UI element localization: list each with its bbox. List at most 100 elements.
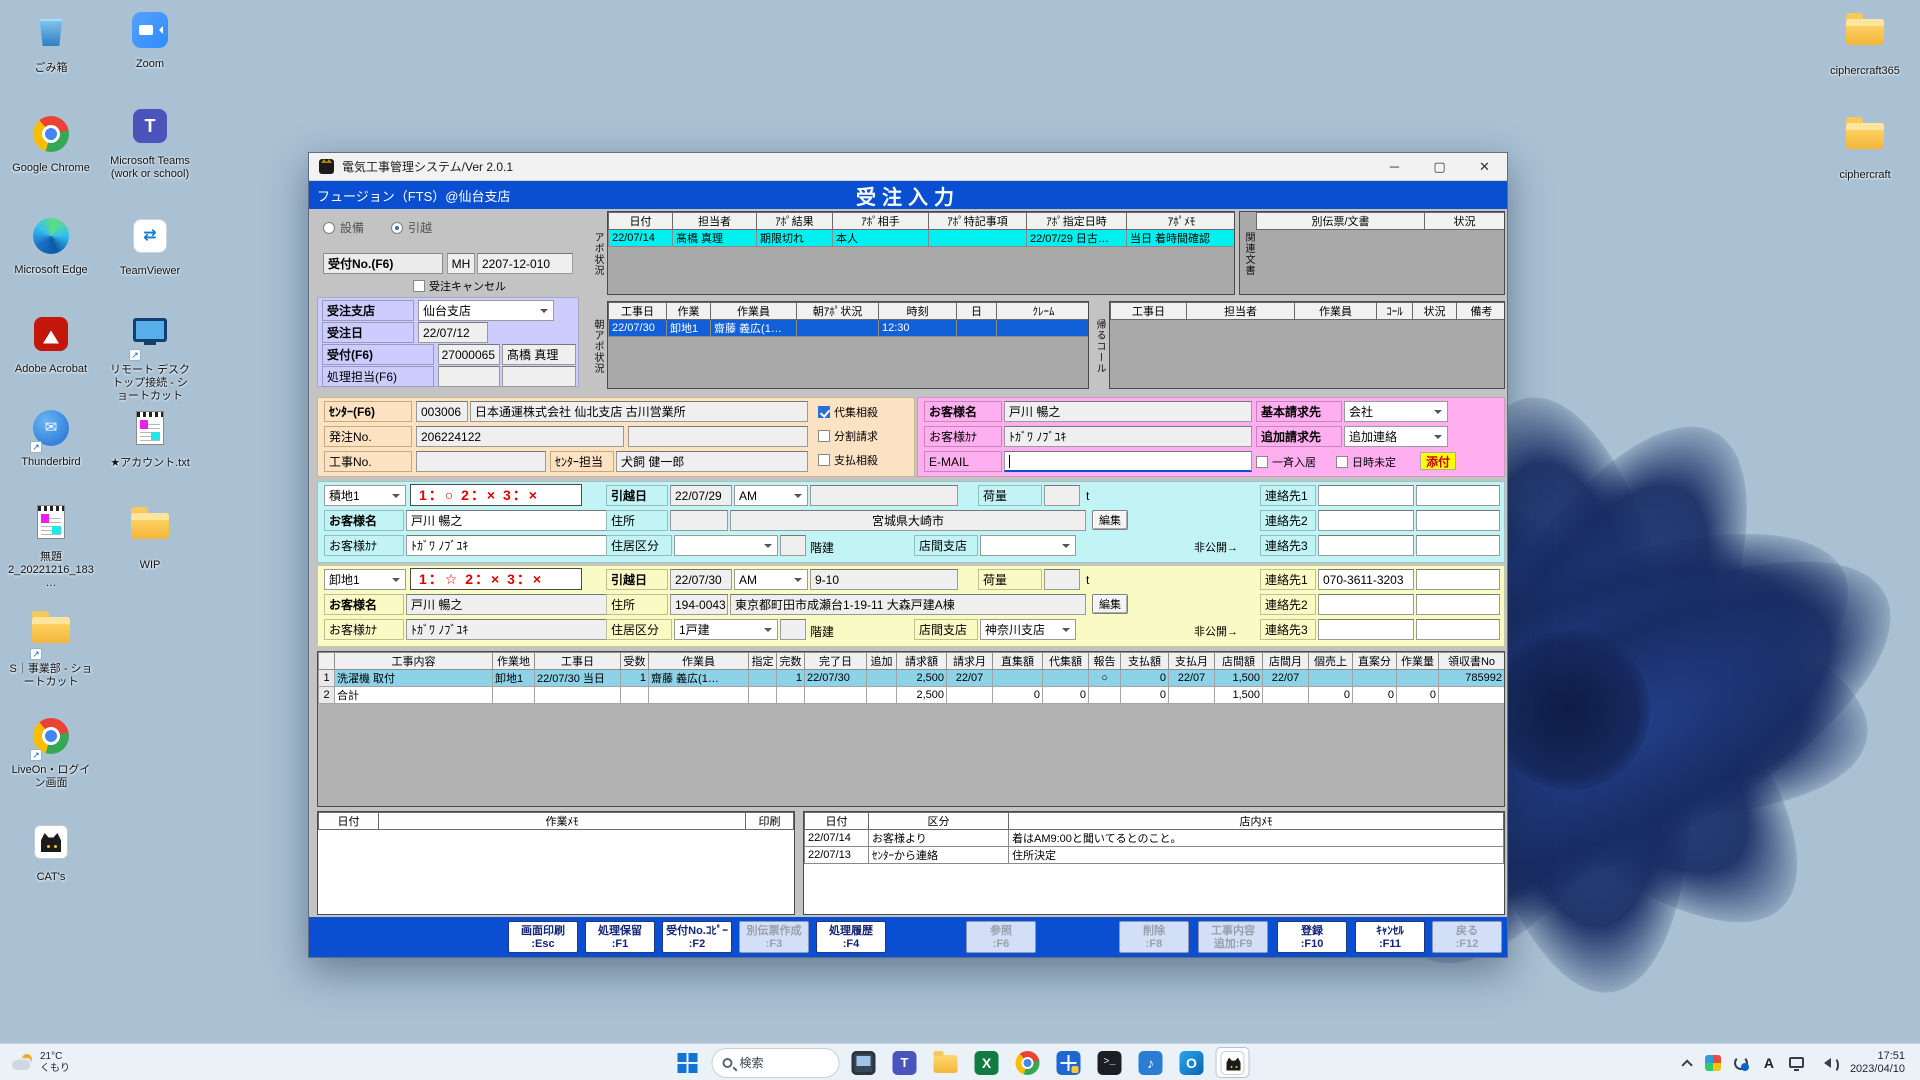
order-cancel-checkbox[interactable]: 受注キャンセル: [413, 278, 506, 294]
taskbar-icon-chrome[interactable]: [1011, 1047, 1045, 1078]
bunkatsu-seikyu-checkbox[interactable]: 分割請求: [818, 428, 878, 444]
customer-name-field[interactable]: 戸川 暢之: [1004, 401, 1252, 422]
desktop-icon-ciphercraft365[interactable]: ciphercraft365: [1822, 8, 1908, 78]
dropoff-date-field[interactable]: 22/07/30: [670, 569, 732, 590]
desktop-icon-s-jigyobu-folder[interactable]: ↗ S｜事業部 - ショートカット: [8, 606, 94, 689]
dropoff-load-field[interactable]: [1044, 569, 1080, 590]
taskbar-icon-terminal[interactable]: >_: [1093, 1047, 1127, 1078]
dropoff-ampm-select[interactable]: AM: [734, 569, 808, 590]
dropoff-contact3-field[interactable]: [1318, 619, 1414, 640]
uketsuke-name-field[interactable]: 髙橋 真理: [502, 344, 576, 365]
hold-process-button[interactable]: 処理保留 :F1: [585, 921, 655, 953]
center-code-field[interactable]: 003006: [416, 401, 468, 422]
issei-nyukyo-checkbox[interactable]: 一斉入居: [1256, 454, 1316, 470]
asa-apo-table[interactable]: 工事日作業作業員朝ｱﾎﾟ状況時刻日ｸﾚｰﾑ 22/07/30卸地1齋藤 義広(1…: [607, 301, 1089, 389]
handler-code-field[interactable]: [438, 366, 500, 387]
desktop-icon-zoom[interactable]: Zoom: [107, 8, 193, 71]
pickup-contact1-field[interactable]: [1318, 485, 1414, 506]
desktop-icon-edge[interactable]: Microsoft Edge: [8, 214, 94, 277]
desktop-icon-teamviewer[interactable]: ⇄ TeamViewer: [107, 214, 193, 278]
order-no-field[interactable]: 206224122: [416, 426, 624, 447]
tray-ime[interactable]: A: [1757, 1049, 1781, 1077]
pickup-time-field[interactable]: [810, 485, 958, 506]
dropoff-kana-field[interactable]: ﾄｶﾞﾜ ﾉﾌﾞﾕｷ: [406, 619, 624, 640]
desktop-icon-teams[interactable]: T Microsoft Teams (work or school): [107, 104, 193, 181]
dropoff-tenkan-select[interactable]: 神奈川支店: [980, 619, 1076, 640]
add-billing-select[interactable]: 追加連絡: [1344, 426, 1448, 447]
tray-color-app[interactable]: [1701, 1049, 1725, 1077]
pickup-address-field[interactable]: 宮城県大崎市: [730, 510, 1086, 531]
pickup-floors-field[interactable]: [780, 535, 806, 556]
shiharai-sousai-checkbox[interactable]: 支払相殺: [818, 452, 878, 468]
uketsuke-no-field[interactable]: 27000065: [438, 344, 500, 365]
pickup-contact2b-field[interactable]: [1416, 510, 1500, 531]
dropoff-contact1-field[interactable]: 070-3611-3203: [1318, 569, 1414, 590]
pickup-contact1b-field[interactable]: [1416, 485, 1500, 506]
table-row[interactable]: 1洗濯機 取付卸地122/07/30 当日1齋藤 義広(1…122/07/302…: [319, 670, 1505, 687]
reception-no-field[interactable]: 2207-12-010: [477, 253, 573, 274]
close-button[interactable]: ✕: [1462, 153, 1507, 180]
desktop-icon-untitled-note[interactable]: 無題 2_20221216_183…: [8, 500, 94, 590]
print-screen-button[interactable]: 画面印刷 :Esc: [508, 921, 578, 953]
pickup-postal-field[interactable]: [670, 510, 728, 531]
dropoff-contact2-field[interactable]: [1318, 594, 1414, 615]
work-detail-grid[interactable]: 工事内容作業地工事日受数作業員指定完数完了日追加請求額請求月直集額代集額報告支払…: [317, 651, 1505, 807]
apo-table[interactable]: 日付担当者ｱﾎﾟ結果ｱﾎﾟ相手ｱﾎﾟ特記事項ｱﾎﾟ指定日時ｱﾎﾟﾒﾓ 22/07…: [607, 211, 1235, 295]
tray-volume[interactable]: [1813, 1049, 1837, 1077]
pickup-kana-field[interactable]: ﾄｶﾞﾜ ﾉﾌﾞﾕｷ: [406, 535, 624, 556]
table-row[interactable]: 22/07/14お客様より着はAM9:00と聞いてるとのこと。: [805, 830, 1504, 847]
dropoff-house-select[interactable]: 1戸建: [674, 619, 778, 640]
reception-prefix-field[interactable]: MH: [447, 253, 475, 274]
taskbar-search[interactable]: 検索: [712, 1048, 840, 1078]
dropoff-time-field[interactable]: 9-10: [810, 569, 958, 590]
copy-reception-no-button[interactable]: 受付No.ｺﾋﾟｰ :F2: [662, 921, 732, 953]
dropoff-contact1b-field[interactable]: [1416, 569, 1500, 590]
nichiji-mitei-checkbox[interactable]: 日時未定: [1336, 454, 1396, 470]
pickup-house-select[interactable]: [674, 535, 778, 556]
taskbar-icon-excel[interactable]: X: [970, 1047, 1004, 1078]
tray-chevron-up[interactable]: [1673, 1049, 1697, 1077]
taskbar-weather-widget[interactable]: 21°C くもり: [6, 1047, 76, 1078]
desktop-icon-acrobat[interactable]: Adobe Acrobat: [8, 312, 94, 376]
dropoff-postal-field[interactable]: 194-0043: [670, 594, 728, 615]
taskbar-icon-media[interactable]: ♪: [1134, 1047, 1168, 1078]
desktop-icon-account-txt[interactable]: ★アカウント.txt: [107, 406, 193, 470]
table-row[interactable]: 22/07/14髙橋 真理期限切れ本人22/07/29 日古…当日 着時間確認: [609, 230, 1236, 247]
taskbar-icon-outlook[interactable]: O: [1175, 1047, 1209, 1078]
tray-sync[interactable]: [1729, 1049, 1753, 1077]
dropoff-contact3b-field[interactable]: [1416, 619, 1500, 640]
desktop-icon-wip-folder[interactable]: WIP: [107, 502, 193, 572]
pickup-tenkan-select[interactable]: [980, 535, 1076, 556]
register-button[interactable]: 登録 :F10: [1277, 921, 1347, 953]
minimize-button[interactable]: ─: [1372, 153, 1417, 180]
koji-no-field[interactable]: [416, 451, 546, 472]
dropoff-address-edit-button[interactable]: 編集: [1092, 594, 1128, 614]
tray-clock[interactable]: 17:51 2023/04/10: [1841, 1049, 1914, 1077]
taskbar-icon-remote-app[interactable]: [847, 1047, 881, 1078]
return-call-table[interactable]: 工事日担当者作業員ｺｰﾙ状況備考: [1109, 301, 1505, 389]
desktop-icon-chrome[interactable]: Google Chrome: [8, 112, 94, 175]
desktop-icon-recycle-bin[interactable]: ごみ箱: [8, 8, 94, 75]
center-name-field[interactable]: 日本通運株式会社 仙北支店 古川営業所: [470, 401, 808, 422]
center-tanto-field[interactable]: 犬飼 健一郎: [616, 451, 808, 472]
desktop-icon-liveon[interactable]: ↗ LiveOn・ログイン画面: [8, 714, 94, 790]
order-no2-field[interactable]: [628, 426, 808, 447]
process-history-button[interactable]: 処理履歴 :F4: [816, 921, 886, 953]
taskbar-icon-teams[interactable]: T: [888, 1047, 922, 1078]
pickup-contact2-field[interactable]: [1318, 510, 1414, 531]
dropoff-address-field[interactable]: 東京都町田市成瀬台1-19-11 大森戸建A棟: [730, 594, 1086, 615]
basic-billing-select[interactable]: 会社: [1344, 401, 1448, 422]
pickup-contact3b-field[interactable]: [1416, 535, 1500, 556]
tray-network[interactable]: [1785, 1049, 1809, 1077]
dropoff-contact2b-field[interactable]: [1416, 594, 1500, 615]
customer-kana-field[interactable]: ﾄｶﾞﾜ ﾉﾌﾞﾕｷ: [1004, 426, 1252, 447]
maximize-button[interactable]: ▢: [1417, 153, 1462, 180]
taskbar-icon-blue-app[interactable]: [1052, 1047, 1086, 1078]
taskbar-icon-cats-active[interactable]: [1216, 1047, 1250, 1078]
mode-radio-equipment[interactable]: 設備: [323, 219, 364, 236]
desktop-icon-thunderbird[interactable]: ✉ ↗ Thunderbird: [8, 406, 94, 469]
mode-radio-moving[interactable]: 引越: [391, 219, 432, 236]
desktop-icon-cats[interactable]: CAT's: [8, 820, 94, 884]
handler-name-field[interactable]: [502, 366, 576, 387]
taskbar-icon-explorer[interactable]: [929, 1047, 963, 1078]
